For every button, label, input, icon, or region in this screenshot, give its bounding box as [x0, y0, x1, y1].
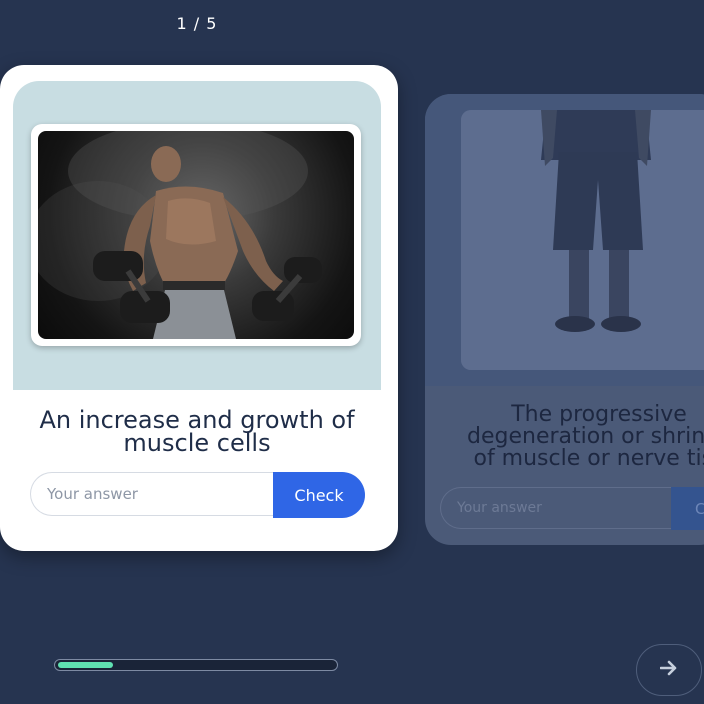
check-button[interactable]: Check — [273, 472, 365, 518]
answer-row: Check — [30, 472, 365, 518]
card-image-frame — [31, 124, 361, 346]
next-card-image-area — [425, 94, 704, 386]
arrow-right-icon — [659, 659, 678, 682]
flashcard-active: An increase and growth of muscle cells C… — [0, 65, 398, 551]
flashcard-next[interactable]: The progressive degeneration or shrinka … — [425, 94, 704, 545]
next-slide-button[interactable] — [636, 644, 702, 696]
standing-person-image — [461, 110, 704, 370]
answer-input[interactable] — [30, 472, 273, 516]
slide-counter: 1 / 5 — [176, 14, 218, 33]
card-image-area — [13, 81, 381, 390]
next-answer-input[interactable] — [440, 487, 672, 529]
next-card-prompt: The progressive degeneration or shrinka … — [467, 402, 704, 471]
next-check-button[interactable]: C — [671, 487, 704, 530]
progress-bar — [54, 659, 338, 671]
progress-fill — [58, 662, 113, 668]
card-prompt: An increase and growth of muscle cells — [39, 406, 355, 457]
bodybuilder-image — [38, 131, 354, 339]
